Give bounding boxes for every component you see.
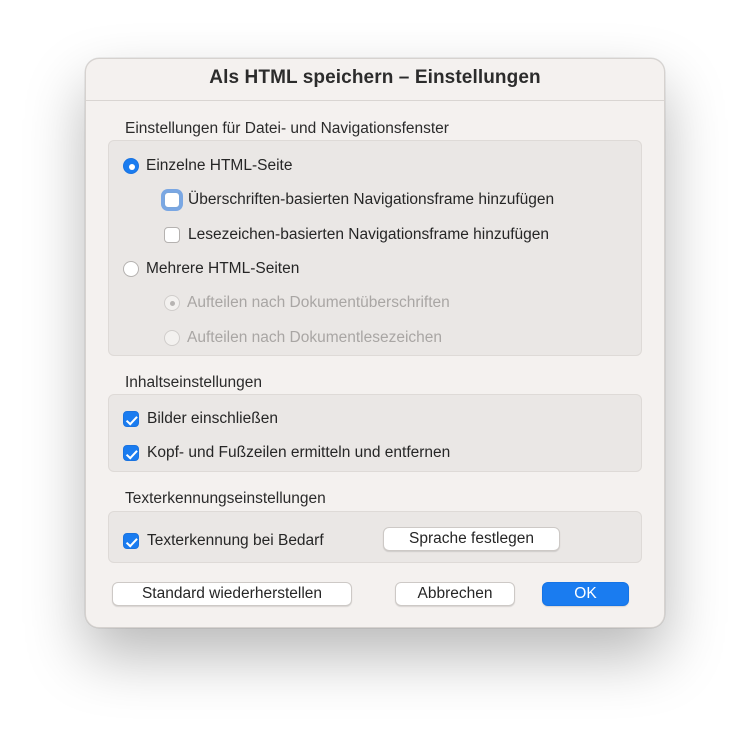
single-page-label[interactable]: Einzelne HTML-Seite <box>146 157 292 175</box>
set-language-button[interactable]: Sprache festlegen <box>383 527 560 551</box>
include-images-label[interactable]: Bilder einschließen <box>147 410 278 428</box>
multi-page-radio-row[interactable]: Mehrere HTML-Seiten <box>123 260 299 278</box>
multi-page-radio[interactable] <box>123 261 139 277</box>
file-nav-section-heading: Einstellungen für Datei- und Navigations… <box>125 120 449 137</box>
split-by-bookmarks-label: Aufteilen nach Dokumentlesezeichen <box>187 329 443 346</box>
heading-nav-label[interactable]: Überschriften-basierten Navigationsframe… <box>188 191 554 209</box>
save-as-html-settings-dialog: Als HTML speichern – Einstellungen Einst… <box>85 58 665 628</box>
content-section-heading: Inhaltseinstellungen <box>125 374 263 391</box>
split-by-headings-radio-row: Aufteilen nach Dokumentüberschriften <box>164 294 450 312</box>
ocr-section-heading: Texterkennungseinstellungen <box>125 490 326 507</box>
bookmark-nav-checkbox[interactable] <box>164 227 180 243</box>
split-by-bookmarks-radio-row: Aufteilen nach Dokumentlesezeichen <box>164 329 442 347</box>
multi-page-label[interactable]: Mehrere HTML-Seiten <box>146 260 299 278</box>
split-by-bookmarks-radio <box>164 330 180 346</box>
header-footer-checkbox-row[interactable]: Kopf- und Fußzeilen ermitteln und entfer… <box>123 444 450 462</box>
cancel-button[interactable]: Abbrechen <box>395 582 515 606</box>
bookmark-nav-checkbox-row[interactable]: Lesezeichen-basierten Navigationsframe h… <box>164 226 549 244</box>
bookmark-nav-label[interactable]: Lesezeichen-basierten Navigationsframe h… <box>188 226 549 244</box>
heading-nav-checkbox-row[interactable]: Überschriften-basierten Navigationsframe… <box>164 191 554 209</box>
ocr-checkbox[interactable] <box>123 533 139 549</box>
ocr-checkbox-row[interactable]: Texterkennung bei Bedarf <box>123 532 324 550</box>
split-by-headings-label: Aufteilen nach Dokumentüberschriften <box>187 294 450 311</box>
header-footer-label[interactable]: Kopf- und Fußzeilen ermitteln und entfer… <box>147 444 450 462</box>
ok-button[interactable]: OK <box>542 582 629 606</box>
header-footer-checkbox[interactable] <box>123 445 139 461</box>
title-divider <box>86 100 664 101</box>
ocr-label[interactable]: Texterkennung bei Bedarf <box>147 532 324 550</box>
include-images-checkbox-row[interactable]: Bilder einschließen <box>123 410 278 428</box>
dialog-title: Als HTML speichern – Einstellungen <box>209 67 541 88</box>
heading-nav-checkbox[interactable] <box>164 192 180 208</box>
single-page-radio-row[interactable]: Einzelne HTML-Seite <box>123 157 292 175</box>
restore-defaults-button[interactable]: Standard wiederherstellen <box>112 582 352 606</box>
split-by-headings-radio <box>164 295 180 311</box>
include-images-checkbox[interactable] <box>123 411 139 427</box>
single-page-radio[interactable] <box>123 158 139 174</box>
